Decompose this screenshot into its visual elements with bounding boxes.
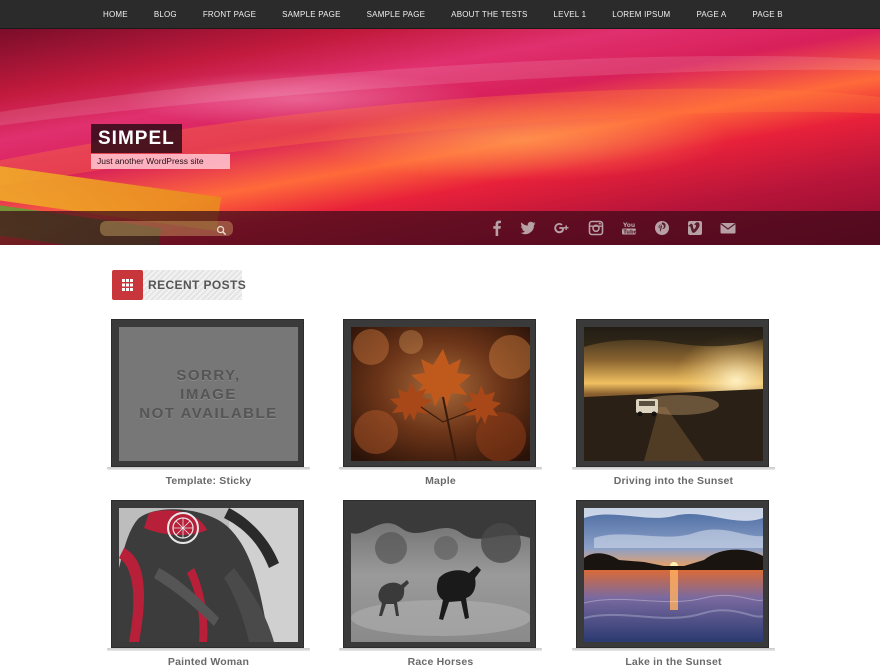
post-thumbnail[interactable]	[351, 327, 530, 461]
svg-text:Tube: Tube	[623, 230, 637, 236]
post-frame	[576, 500, 769, 648]
nav-item-level-1[interactable]: LEVEL 1	[554, 0, 587, 29]
unavailable-text: SORRY,	[176, 366, 241, 384]
painted-woman-image	[119, 508, 298, 642]
nav-item-blog[interactable]: BLOG	[154, 0, 177, 29]
nav-item-sample-page[interactable]: SAMPLE PAGE	[282, 0, 341, 29]
nav-item-home[interactable]: HOME	[103, 0, 128, 29]
recent-posts-title: RECENT POSTS	[143, 270, 246, 300]
nav-item-page-b[interactable]: PAGE B	[752, 0, 782, 29]
nav-item-front-page[interactable]: FRONT PAGE	[203, 0, 256, 29]
post-shelf	[572, 648, 775, 651]
post-frame	[111, 500, 304, 648]
post-thumbnail[interactable]	[584, 327, 763, 461]
post-shelf	[339, 467, 542, 470]
image-not-available[interactable]: SORRY, IMAGE NOT AVAILABLE	[119, 327, 298, 461]
post-frame: SORRY, IMAGE NOT AVAILABLE	[111, 319, 304, 467]
post-title[interactable]: Lake in the Sunset	[572, 656, 775, 668]
post-thumbnail[interactable]	[351, 508, 530, 642]
post-title[interactable]: Race Horses	[339, 656, 542, 668]
post-frame	[343, 500, 536, 648]
post-shelf	[107, 648, 310, 651]
site-header: SIMPEL Just another WordPress site You Tu…	[0, 29, 880, 245]
pinterest-icon[interactable]	[653, 219, 671, 237]
post-shelf	[339, 648, 542, 651]
top-navigation: HOME BLOG FRONT PAGE SAMPLE PAGE SAMPLE …	[0, 0, 880, 29]
nav-item-page-a[interactable]: PAGE A	[696, 0, 726, 29]
email-icon[interactable]	[719, 219, 737, 237]
nav-item-sample-page-2[interactable]: SAMPLE PAGE	[367, 0, 426, 29]
nav-item-about-the-tests[interactable]: ABOUT THE TESTS	[451, 0, 527, 29]
youtube-icon[interactable]: You Tube	[620, 219, 638, 237]
maple-leaf-image	[351, 327, 530, 461]
nav-item-lorem-ipsum[interactable]: LOREM IPSUM	[612, 0, 670, 29]
post-title[interactable]: Template: Sticky	[107, 475, 310, 487]
vimeo-icon[interactable]	[686, 219, 704, 237]
grid-icon	[112, 270, 143, 300]
post-title[interactable]: Maple	[339, 475, 542, 487]
svg-text:You: You	[622, 222, 635, 229]
google-plus-icon[interactable]	[553, 219, 571, 237]
race-horses-image	[351, 508, 530, 642]
unavailable-text: NOT AVAILABLE	[139, 404, 278, 422]
twitter-icon[interactable]	[519, 219, 537, 237]
post-thumbnail[interactable]	[119, 508, 298, 642]
post-shelf	[107, 467, 310, 470]
post-title[interactable]: Driving into the Sunset	[572, 475, 775, 487]
post-title[interactable]: Painted Woman	[107, 656, 310, 668]
sunset-drive-image	[584, 327, 763, 461]
post-frame	[576, 319, 769, 467]
lake-sunset-image	[584, 508, 763, 642]
header-bar: You Tube	[0, 211, 880, 245]
post-thumbnail[interactable]	[584, 508, 763, 642]
instagram-icon[interactable]	[587, 219, 605, 237]
facebook-icon[interactable]	[488, 219, 506, 237]
unavailable-text: IMAGE	[180, 385, 237, 403]
post-shelf	[572, 467, 775, 470]
nav-menu: HOME BLOG FRONT PAGE SAMPLE PAGE SAMPLE …	[103, 0, 809, 29]
search-input[interactable]	[106, 221, 214, 236]
search-icon[interactable]	[216, 223, 227, 236]
site-title[interactable]: SIMPEL	[91, 124, 182, 153]
search-box	[100, 221, 233, 236]
post-frame	[343, 319, 536, 467]
site-description: Just another WordPress site	[91, 154, 230, 169]
